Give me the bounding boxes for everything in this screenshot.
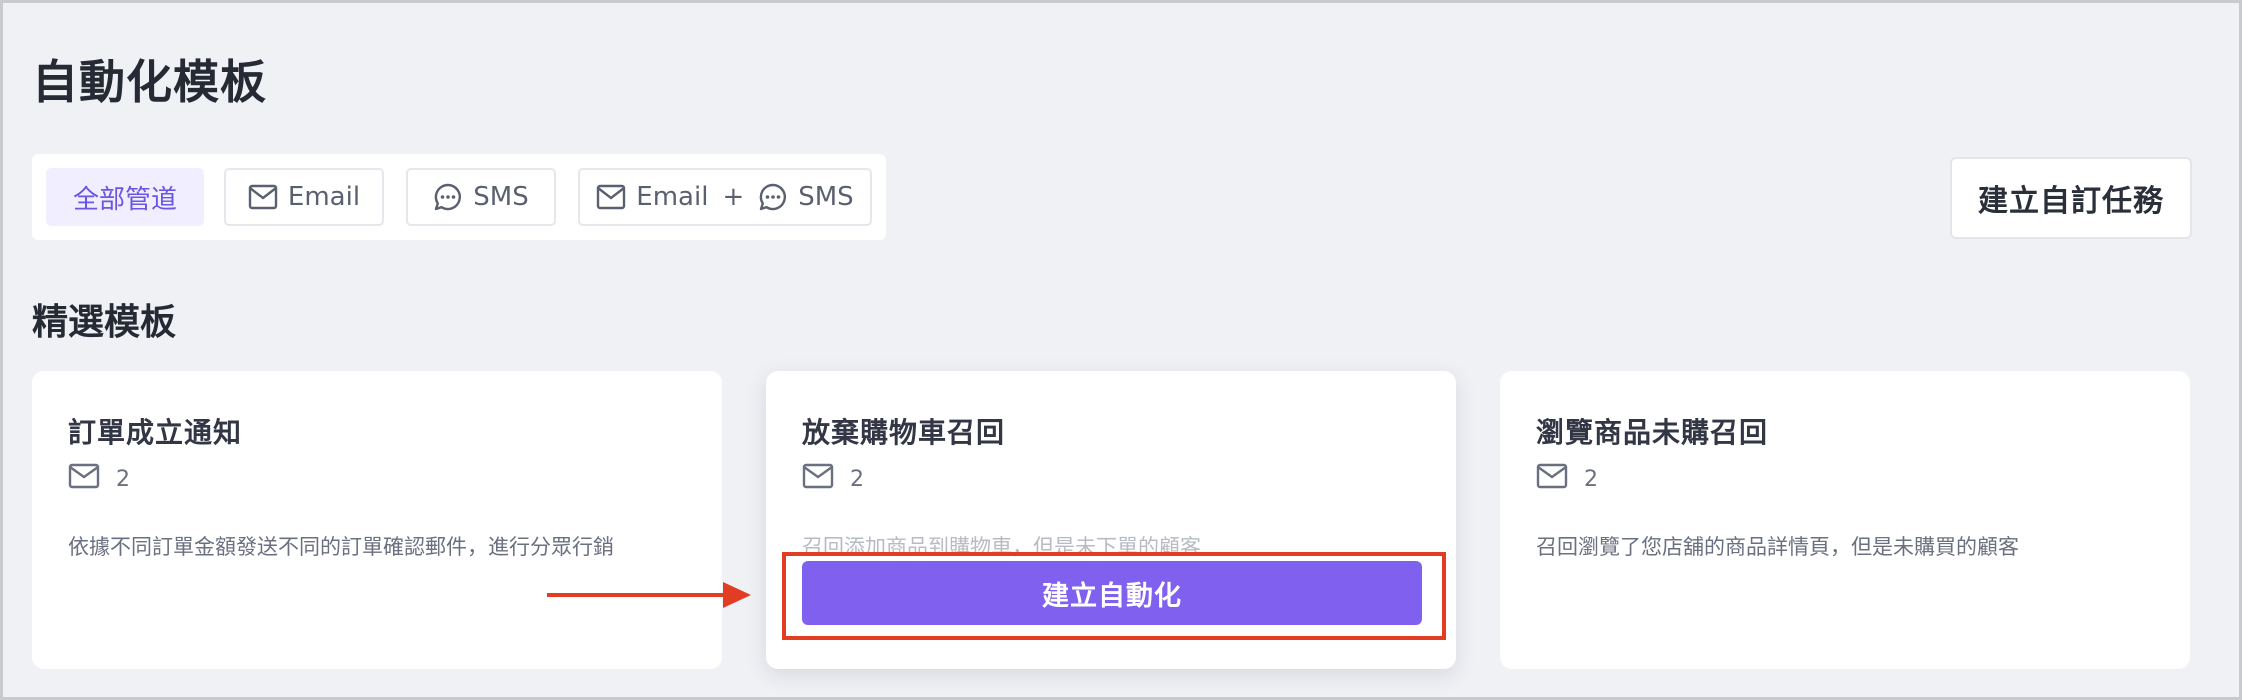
- create-custom-task-button[interactable]: 建立自訂任務: [1950, 157, 2192, 239]
- filter-email-label: Email: [287, 182, 361, 212]
- channel-filter-bar: 全部管道 Email SMS Email + SMS: [32, 154, 886, 240]
- mail-icon: [68, 463, 100, 495]
- card-description: 依據不同訂單金額發送不同的訂單確認郵件，進行分眾行銷: [68, 535, 614, 559]
- email-count: 2: [1584, 466, 1598, 492]
- filter-email[interactable]: Email: [224, 168, 384, 226]
- filter-sms-label: SMS: [473, 182, 529, 212]
- mail-icon: [802, 463, 834, 495]
- mail-icon: [596, 184, 626, 210]
- card-channel-meta: 2: [1536, 463, 1598, 495]
- chat-bubble-icon: [433, 182, 463, 212]
- email-count: 2: [116, 466, 130, 492]
- card-channel-meta: 2: [68, 463, 130, 495]
- filter-combo-sms-label: SMS: [798, 182, 854, 212]
- template-card-order-created[interactable]: 訂單成立通知 2 依據不同訂單金額發送不同的訂單確認郵件，進行分眾行銷: [32, 371, 722, 669]
- featured-templates-title: 精選模板: [32, 302, 177, 343]
- card-channel-meta: 2: [802, 463, 864, 495]
- create-automation-button[interactable]: 建立自動化: [802, 561, 1422, 625]
- mail-icon: [248, 184, 278, 210]
- page-title: 自動化模板: [32, 55, 267, 109]
- card-title: 瀏覽商品未購召回: [1536, 416, 1769, 449]
- card-title: 放棄購物車召回: [802, 416, 1006, 449]
- filter-combo-email-label: Email: [636, 182, 709, 212]
- filter-all-channels[interactable]: 全部管道: [46, 168, 204, 226]
- template-card-abandoned-cart[interactable]: 放棄購物車召回 2 召回添加商品到購物車，但是未下單的顧客 建立自動化: [766, 371, 1456, 669]
- chat-bubble-icon: [758, 182, 788, 212]
- card-description: 召回瀏覽了您店舖的商品詳情頁，但是未購買的顧客: [1536, 535, 2019, 559]
- plus-sign: +: [722, 182, 745, 212]
- mail-icon: [1536, 463, 1568, 495]
- filter-all-channels-label: 全部管道: [72, 184, 177, 215]
- filter-email-and-sms[interactable]: Email + SMS: [578, 168, 872, 226]
- card-title: 訂單成立通知: [68, 416, 243, 449]
- template-card-browse-no-purchase[interactable]: 瀏覽商品未購召回 2 召回瀏覽了您店舖的商品詳情頁，但是未購買的顧客: [1500, 371, 2190, 669]
- card-description: 召回添加商品到購物車，但是未下單的顧客: [802, 535, 1201, 559]
- filter-sms[interactable]: SMS: [406, 168, 556, 226]
- email-count: 2: [850, 466, 864, 492]
